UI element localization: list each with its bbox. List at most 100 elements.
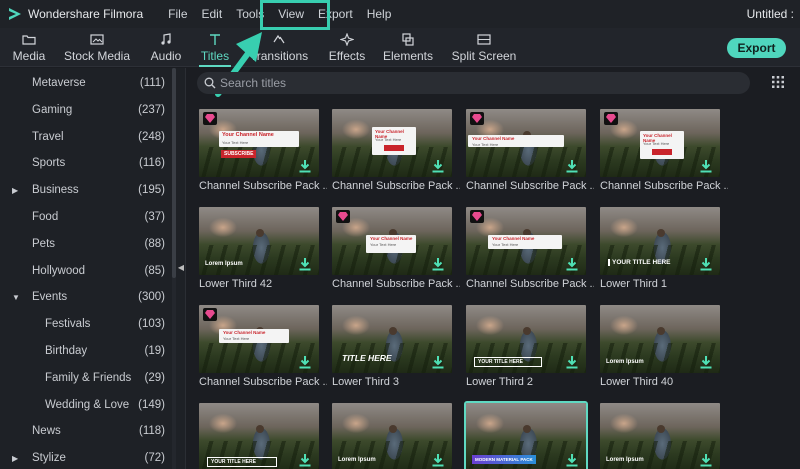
- title-template-card[interactable]: Your Channel Name Your Text Here Channel S…: [332, 109, 460, 192]
- template-thumbnail[interactable]: Lorem Ipsum: [332, 403, 452, 469]
- caret-down-icon[interactable]: ▼: [12, 293, 20, 302]
- download-icon[interactable]: [700, 454, 712, 467]
- collapse-sidebar-icon[interactable]: ◀: [176, 260, 186, 274]
- title-template-card[interactable]: Your Channel Name Your Text Here Channel S…: [466, 207, 594, 290]
- sidebar-item-travel[interactable]: Travel (248): [0, 124, 172, 150]
- title-template-card[interactable]: Your Channel Name Your Text Here Channel S…: [466, 109, 594, 192]
- template-name: Lower Third 1: [600, 278, 668, 290]
- template-thumbnail[interactable]: Your Channel Name Your Text Here: [466, 109, 586, 177]
- template-thumbnail[interactable]: MODERN MATERIAL PACK: [464, 401, 588, 469]
- sidebar-item-label: News: [32, 425, 61, 438]
- tab-elements[interactable]: Elements: [383, 28, 433, 67]
- sidebar-item-events[interactable]: ▼ Events (300): [0, 284, 172, 310]
- title-template-card[interactable]: YOUR TITLE HERE Lower Third 1: [600, 207, 720, 290]
- caret-right-icon[interactable]: ▶: [12, 454, 18, 463]
- sidebar-item-sports[interactable]: Sports (116): [0, 150, 172, 176]
- preview-text: Your Text Here: [375, 137, 402, 142]
- sidebar-scrollbar[interactable]: [172, 68, 176, 278]
- menu-edit[interactable]: Edit: [202, 7, 223, 21]
- title-template-card[interactable]: YOUR TITLE HERE: [199, 403, 319, 469]
- title-template-card[interactable]: Your Channel Name Your Text Here Channel S…: [199, 305, 327, 388]
- sidebar-item-label: Gaming: [32, 103, 73, 116]
- sidebar-item-food[interactable]: Food (37): [0, 204, 172, 230]
- title-template-card[interactable]: YOUR TITLE HERE Lower Third 2: [466, 305, 586, 388]
- search-input[interactable]: [220, 76, 720, 90]
- download-icon[interactable]: [700, 160, 712, 173]
- tab-effects[interactable]: Effects: [329, 28, 365, 67]
- title-template-card[interactable]: Your Channel Name Your Text Here Channel S…: [332, 207, 460, 290]
- sidebar-item-business[interactable]: ▶ Business (195): [0, 177, 172, 203]
- sidebar-item-wedding-love[interactable]: Wedding & Love (149): [0, 392, 172, 418]
- template-name: Channel Subscribe Pack ...: [332, 180, 460, 192]
- template-thumbnail[interactable]: Your Channel Name Your Text Here: [332, 109, 452, 177]
- download-icon[interactable]: [432, 258, 444, 271]
- sidebar-item-count: (29): [144, 371, 165, 384]
- download-icon[interactable]: [432, 160, 444, 173]
- download-icon[interactable]: [432, 356, 444, 369]
- download-icon[interactable]: [299, 160, 311, 173]
- sidebar-item-family-friends[interactable]: Family & Friends (29): [0, 365, 172, 391]
- download-icon[interactable]: [299, 454, 311, 467]
- menu-help[interactable]: Help: [367, 7, 392, 21]
- template-thumbnail[interactable]: Your Channel Name Your Text Here: [332, 207, 452, 275]
- title-template-card[interactable]: Your Channel Name Your Text Here SUBSCRIBE…: [199, 109, 327, 192]
- download-icon[interactable]: [566, 454, 578, 467]
- preview-channel-name: Your Channel Name: [370, 236, 413, 241]
- download-icon[interactable]: [700, 356, 712, 369]
- download-icon[interactable]: [566, 258, 578, 271]
- template-thumbnail[interactable]: YOUR TITLE HERE: [466, 305, 586, 373]
- sidebar-item-count: (237): [138, 103, 165, 116]
- sidebar-item-festivals[interactable]: Festivals (103): [0, 311, 172, 337]
- caret-right-icon[interactable]: ▶: [12, 186, 18, 195]
- template-thumbnail[interactable]: YOUR TITLE HERE: [600, 207, 720, 275]
- sidebar-item-pets[interactable]: Pets (88): [0, 231, 172, 257]
- export-button[interactable]: Export: [727, 38, 786, 58]
- template-name: Channel Subscribe Pack ...: [199, 376, 327, 388]
- template-thumbnail[interactable]: YOUR TITLE HERE: [199, 403, 319, 469]
- template-name: Channel Subscribe Pack ...: [332, 278, 460, 290]
- search-box[interactable]: [197, 72, 750, 94]
- template-thumbnail[interactable]: Lorem Ipsum: [600, 305, 720, 373]
- template-thumbnail[interactable]: Your Channel Name Your Text Here: [466, 207, 586, 275]
- download-icon[interactable]: [566, 356, 578, 369]
- tab-split-screen[interactable]: Split Screen: [452, 28, 516, 67]
- sparkle-icon: [340, 32, 354, 46]
- download-icon[interactable]: [566, 160, 578, 173]
- sidebar-item-stylize[interactable]: ▶ Stylize (72): [0, 445, 172, 469]
- sidebar-item-count: (116): [139, 157, 165, 170]
- download-icon[interactable]: [432, 454, 444, 467]
- sidebar-item-news[interactable]: News (118): [0, 418, 172, 444]
- download-icon[interactable]: [700, 258, 712, 271]
- preview-lower-third-text: Lorem Ipsum: [606, 359, 644, 365]
- sidebar-item-birthday[interactable]: Birthday (19): [0, 338, 172, 364]
- title-template-card[interactable]: Lorem Ipsum Lower Third 40: [600, 305, 720, 388]
- tab-audio[interactable]: Audio: [151, 28, 181, 67]
- title-template-card[interactable]: TITLE HERE Lower Third 3: [332, 305, 452, 388]
- sidebar-item-gaming[interactable]: Gaming (237): [0, 97, 172, 123]
- title-template-card[interactable]: Lorem Ipsum: [332, 403, 452, 469]
- template-thumbnail[interactable]: Your Channel Name Your Text Here: [199, 305, 319, 373]
- document-title: Untitled :: [746, 7, 794, 21]
- title-template-card[interactable]: Lorem Ipsum Lower Third 42: [199, 207, 319, 290]
- download-icon[interactable]: [299, 356, 311, 369]
- preview-lower-third-text: YOUR TITLE HERE: [608, 259, 671, 266]
- grid-view-icon[interactable]: [772, 76, 784, 88]
- title-template-card[interactable]: MODERN MATERIAL PACK: [464, 401, 588, 469]
- template-thumbnail[interactable]: TITLE HERE: [332, 305, 452, 373]
- template-thumbnail[interactable]: Your Channel Name Your Text Here SUBSCRIBE: [199, 109, 319, 177]
- sidebar-item-metaverse[interactable]: Metaverse (111): [0, 70, 172, 96]
- sidebar-item-label: Wedding & Love: [45, 398, 130, 411]
- sidebar-item-hollywood[interactable]: Hollywood (85): [0, 258, 172, 284]
- title-template-card[interactable]: Your Channel Name Your Text Here Channel S…: [600, 109, 728, 192]
- title-template-card[interactable]: Lorem Ipsum: [600, 403, 720, 469]
- template-thumbnail[interactable]: Your Channel Name Your Text Here: [600, 109, 720, 177]
- tab-media[interactable]: Media: [13, 28, 45, 67]
- template-thumbnail[interactable]: Lorem Ipsum: [600, 403, 720, 469]
- download-icon[interactable]: [299, 258, 311, 271]
- tab-stock-media[interactable]: Stock Media: [64, 28, 130, 67]
- image-folder-icon: [90, 33, 104, 45]
- preview-text: Your Text Here: [222, 140, 249, 145]
- preview-channel-name: Your Channel Name: [492, 236, 535, 241]
- menu-file[interactable]: File: [168, 7, 187, 21]
- template-thumbnail[interactable]: Lorem Ipsum: [199, 207, 319, 275]
